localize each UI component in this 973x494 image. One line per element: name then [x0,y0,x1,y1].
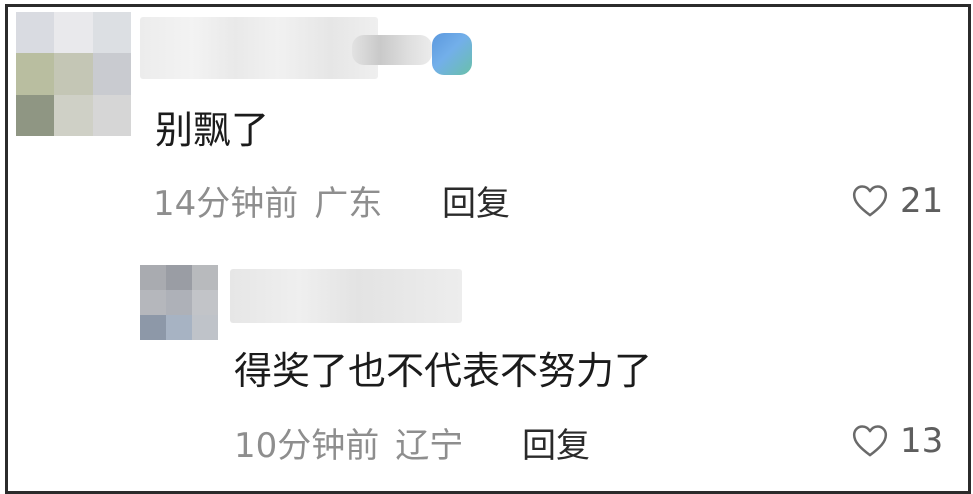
comment-time: 10分钟前 [234,426,380,466]
badge-icon [432,33,472,75]
comment-text: 别飘了 [155,108,270,152]
avatar-pixel [166,290,192,315]
avatar-pixel [92,12,131,54]
avatar[interactable] [16,12,131,136]
heart-icon [852,185,888,217]
avatar[interactable] [140,265,218,340]
reply-button[interactable]: 回复 [442,187,510,221]
avatar-pixel [54,53,93,95]
reply-button[interactable]: 回复 [522,429,590,463]
comment-meta: 14分钟前 广东 [153,187,382,221]
avatar-pixel [192,290,218,315]
avatar-pixel [166,265,192,290]
avatar-pixel [54,94,93,136]
comment-meta: 10分钟前 辽宁 [234,429,463,463]
avatar-pixel [192,315,218,340]
avatar-pixel [16,53,55,95]
like-button[interactable]: 13 [850,421,943,461]
comment-text: 得奖了也不代表不努力了 [234,349,653,393]
comment-time: 14分钟前 [153,184,299,224]
avatar-pixel [140,290,166,315]
username-blurred[interactable] [140,17,378,79]
heart-icon [852,425,888,457]
user-badge-blurred [352,35,432,65]
like-button[interactable]: 21 [850,181,943,221]
avatar-pixel [16,12,55,54]
avatar-pixel [140,265,166,290]
like-count: 13 [900,421,944,461]
avatar-pixel [92,94,131,136]
comment-location: 辽宁 [395,426,464,466]
username-blurred[interactable] [230,269,462,323]
avatar-pixel [54,12,93,54]
avatar-pixel [192,265,218,290]
like-count: 21 [900,181,944,221]
avatar-pixel [16,94,55,136]
avatar-pixel [92,53,131,95]
comment-thread: 别飘了 14分钟前 广东 回复 21 得奖了也不代表不努力了 10分钟前 辽宁 回复… [5,4,971,494]
avatar-pixel [166,315,192,340]
comment-location: 广东 [314,184,383,224]
avatar-pixel [140,315,166,340]
